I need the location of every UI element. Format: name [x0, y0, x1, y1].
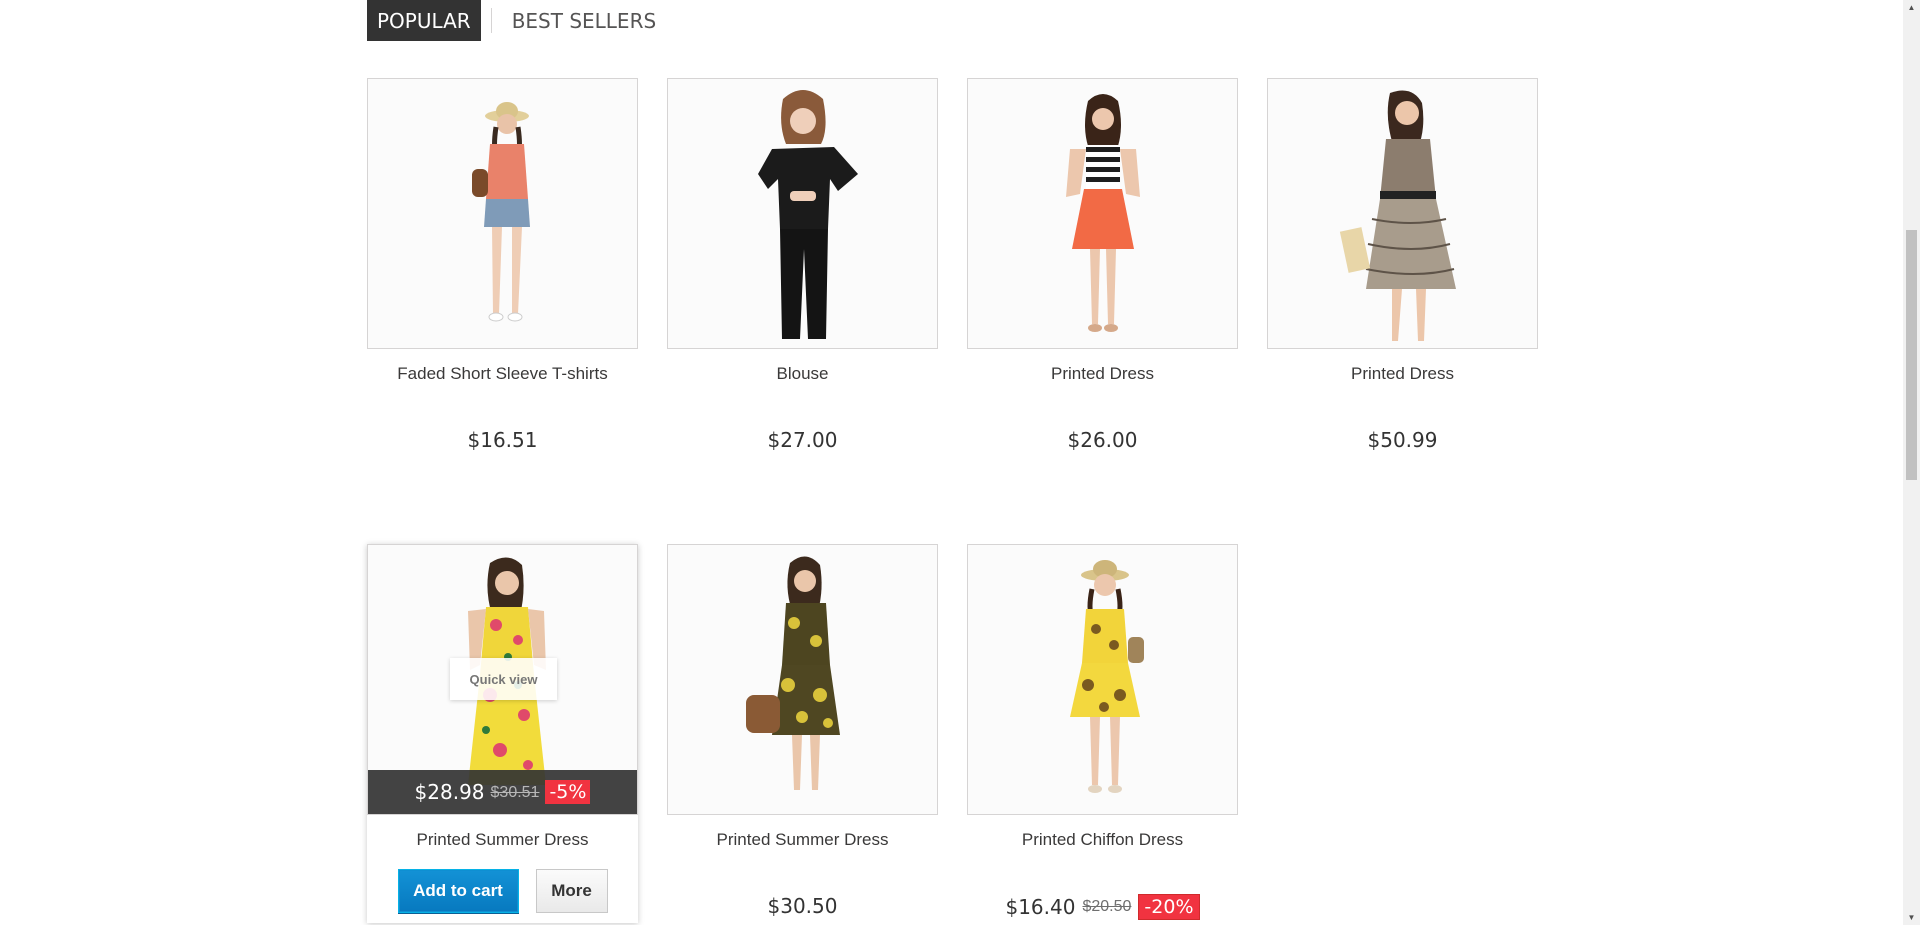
product-name[interactable]: Faded Short Sleeve T-shirts — [367, 364, 638, 384]
product-name[interactable]: Printed Dress — [967, 364, 1238, 384]
product-price: $28.98 — [414, 780, 485, 804]
product-tabs: POPULAR BEST SELLERS — [367, 0, 666, 41]
scrollbar-thumb[interactable] — [1906, 230, 1917, 480]
product-card[interactable]: Faded Short Sleeve T-shirts $16.51 — [367, 78, 638, 452]
product-image[interactable] — [667, 544, 938, 815]
price-row: $16.40 $20.50 -20% — [967, 894, 1238, 920]
product-price: $26.00 — [1067, 428, 1138, 452]
product-name[interactable]: Printed Summer Dress — [667, 830, 938, 850]
product-image[interactable] — [367, 78, 638, 349]
product-image[interactable] — [667, 78, 938, 349]
discount-badge: -20% — [1138, 894, 1200, 920]
model-figure-icon — [668, 79, 937, 348]
product-price: $30.50 — [767, 894, 838, 918]
tab-popular[interactable]: POPULAR — [367, 0, 481, 41]
product-image[interactable] — [967, 78, 1238, 349]
tab-best-sellers[interactable]: BEST SELLERS — [502, 0, 666, 41]
product-card[interactable]: Printed Dress $50.99 — [1267, 78, 1538, 452]
product-card[interactable]: Printed Chiffon Dress $16.40 $20.50 -20% — [967, 544, 1238, 920]
product-price: $27.00 — [767, 428, 838, 452]
hover-price-bar: $28.98 $30.51 -5% — [368, 770, 637, 814]
model-figure-icon — [368, 79, 637, 348]
product-image[interactable] — [967, 544, 1238, 815]
add-to-cart-button[interactable]: Add to cart — [397, 869, 519, 913]
quick-view-button[interactable]: Quick view — [450, 658, 557, 700]
more-button[interactable]: More — [535, 869, 608, 913]
price-row: $50.99 — [1267, 428, 1538, 452]
page-viewport: POPULAR BEST SELLERS Faded Short Sleeve … — [0, 0, 1920, 925]
product-name[interactable]: Printed Summer Dress — [367, 830, 638, 850]
product-card[interactable]: Blouse $27.00 — [667, 78, 938, 452]
price-row: $30.50 — [667, 894, 938, 918]
product-card[interactable]: Printed Dress $26.00 — [967, 78, 1238, 452]
product-card-hovered[interactable]: Quick view $28.98 $30.51 -5% Printed Sum… — [367, 544, 638, 923]
card-actions: Add to cart More — [367, 869, 638, 923]
price-row: $16.51 — [367, 428, 638, 452]
discount-badge: -5% — [545, 780, 591, 804]
model-figure-icon — [968, 79, 1237, 348]
product-name[interactable]: Printed Dress — [1267, 364, 1538, 384]
scroll-down-arrow-icon[interactable]: ▼ — [1903, 910, 1920, 925]
product-name[interactable]: Printed Chiffon Dress — [967, 830, 1238, 850]
price-row: $27.00 — [667, 428, 938, 452]
price-row: $26.00 — [967, 428, 1238, 452]
model-figure-icon — [1268, 79, 1537, 348]
product-name[interactable]: Blouse — [667, 364, 938, 384]
product-image[interactable]: Quick view $28.98 $30.51 -5% — [367, 544, 638, 815]
old-price: $20.50 — [1082, 898, 1132, 915]
scroll-up-arrow-icon[interactable]: ▲ — [1903, 0, 1920, 15]
product-price: $16.40 — [1005, 895, 1076, 919]
tab-divider — [490, 8, 492, 33]
model-figure-icon — [668, 545, 937, 814]
product-price: $16.51 — [467, 428, 538, 452]
page-scrollbar[interactable]: ▲ ▼ — [1903, 0, 1920, 925]
product-card[interactable]: Printed Summer Dress $30.50 — [667, 544, 938, 918]
old-price: $30.51 — [490, 784, 540, 801]
product-image[interactable] — [1267, 78, 1538, 349]
model-figure-icon — [968, 545, 1237, 814]
product-price: $50.99 — [1367, 428, 1438, 452]
